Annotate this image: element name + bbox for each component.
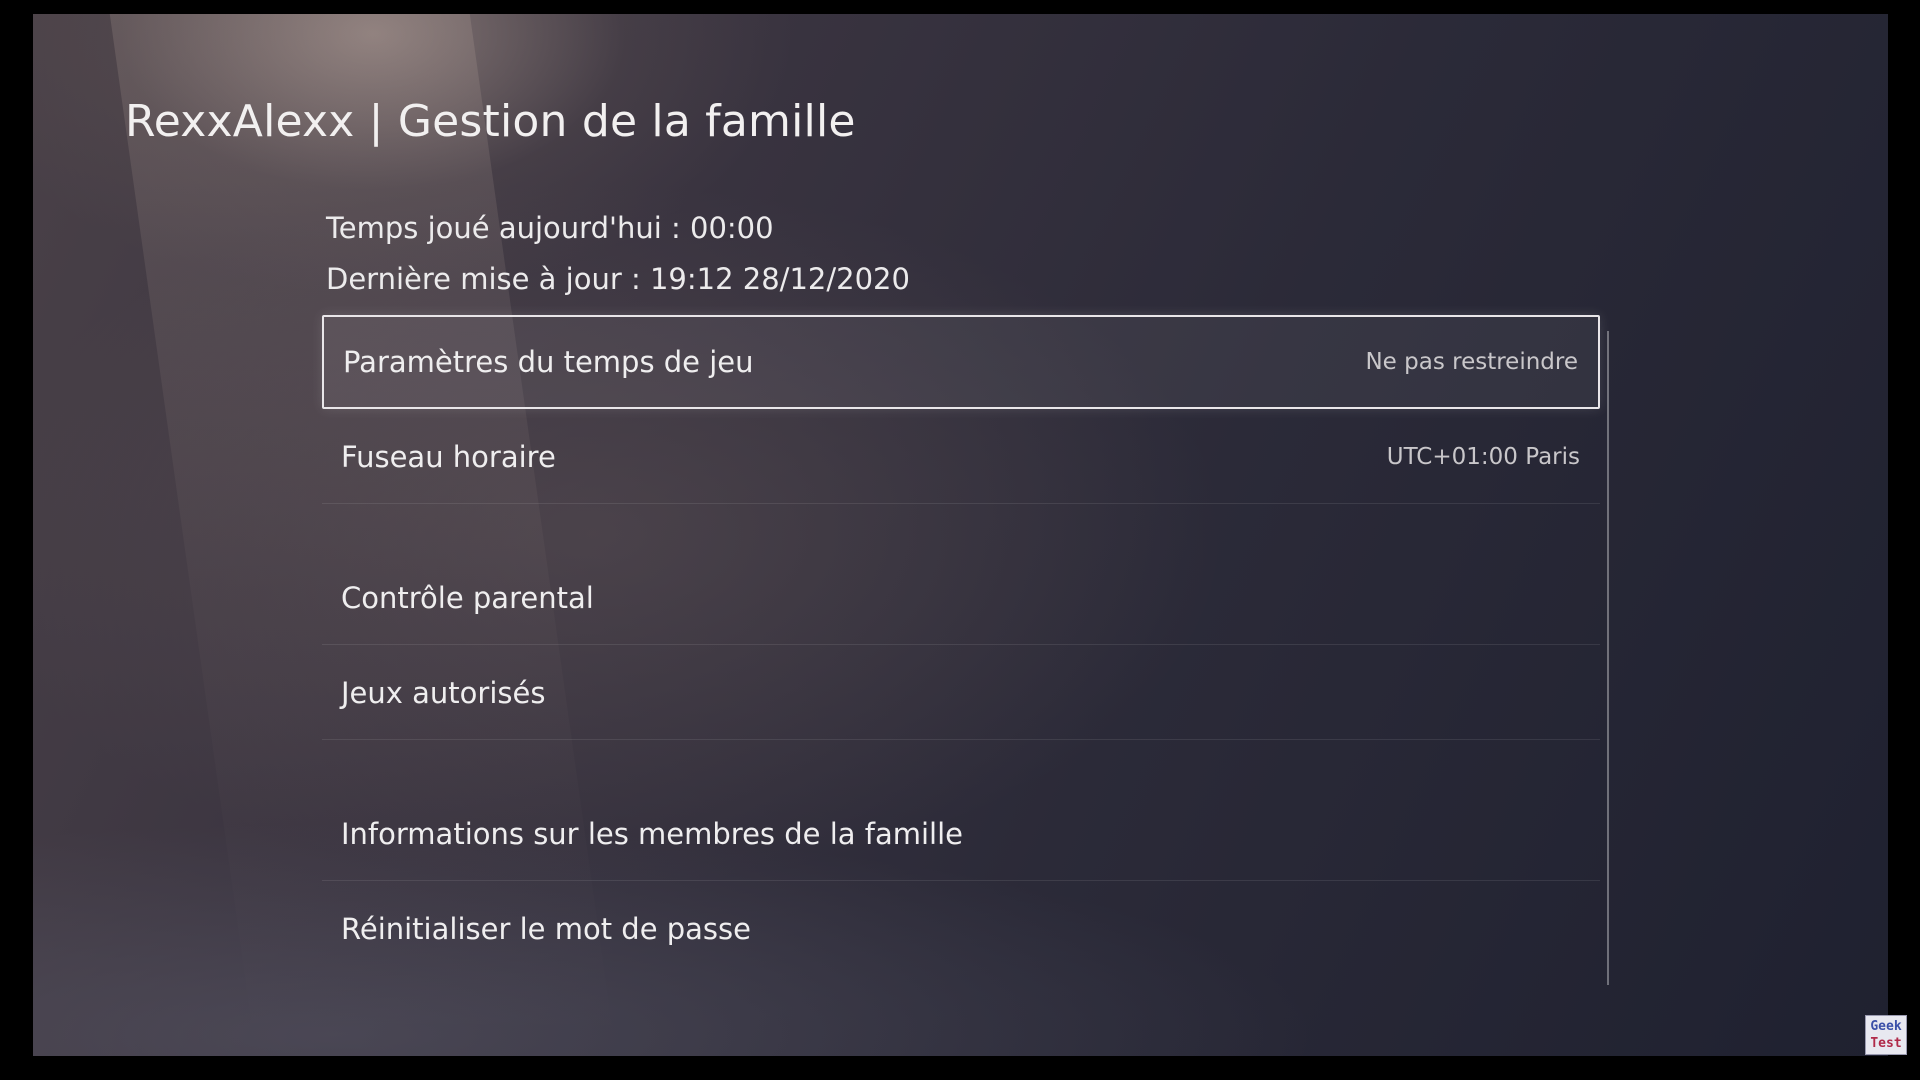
menu-item-label: Jeux autorisés [341, 675, 546, 710]
menu-item-playtime-settings[interactable]: Paramètres du temps de jeu Ne pas restre… [322, 315, 1600, 409]
menu-item-parental-control[interactable]: Contrôle parental [322, 551, 1600, 645]
last-update-text: Dernière mise à jour : 19:12 28/12/2020 [326, 262, 910, 296]
menu-item-label: Réinitialiser le mot de passe [341, 912, 751, 946]
ps5-family-management-screen: RexxAlexx | Gestion de la famille Temps … [33, 14, 1888, 1056]
menu-item-time-zone[interactable]: Fuseau horaire UTC+01:00 Paris [322, 410, 1600, 504]
menu-item-label: Contrôle parental [341, 580, 594, 615]
menu-item-reset-password[interactable]: Réinitialiser le mot de passe [322, 882, 1600, 976]
watermark-line-1: Geek [1870, 1019, 1902, 1034]
watermark-line-2: Test [1870, 1036, 1902, 1051]
played-today-text: Temps joué aujourd'hui : 00:00 [326, 211, 774, 245]
menu-scrollbar[interactable] [1607, 331, 1609, 985]
menu-item-label: Fuseau horaire [341, 439, 556, 474]
menu-section-gap [322, 505, 1600, 551]
menu-item-value: Ne pas restreindre [1365, 349, 1578, 375]
menu-item-allowed-games[interactable]: Jeux autorisés [322, 646, 1600, 740]
page-title: RexxAlexx | Gestion de la famille [125, 96, 856, 147]
menu-item-label: Paramètres du temps de jeu [343, 345, 754, 379]
menu-section-gap [322, 741, 1600, 787]
menu-item-family-members-info[interactable]: Informations sur les membres de la famil… [322, 787, 1600, 881]
menu-item-value: UTC+01:00 Paris [1386, 443, 1580, 470]
settings-menu: Paramètres du temps de jeu Ne pas restre… [322, 315, 1600, 977]
menu-item-label: Informations sur les membres de la famil… [341, 816, 964, 851]
geektest-watermark-logo: Geek Test [1865, 1015, 1907, 1055]
